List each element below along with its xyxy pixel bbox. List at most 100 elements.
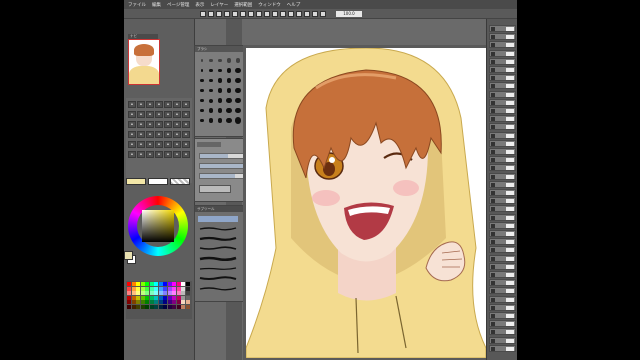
layer-row[interactable]	[489, 33, 516, 41]
brush-stroke-7[interactable]	[199, 286, 237, 291]
palette-swatch[interactable]	[131, 300, 136, 304]
palette-swatch[interactable]	[149, 295, 154, 300]
brush-tip[interactable]	[207, 86, 215, 95]
palette-swatch[interactable]	[181, 300, 185, 304]
palette-swatch[interactable]	[140, 295, 145, 300]
layer-visibility-icon[interactable]	[491, 330, 495, 335]
palette-swatch[interactable]	[181, 286, 185, 291]
tool-burn-icon[interactable]: •	[164, 151, 172, 158]
palette-swatch[interactable]	[154, 304, 158, 309]
saturation-value-square[interactable]	[142, 210, 174, 242]
brush-tip[interactable]	[234, 86, 242, 95]
palette-swatch[interactable]	[158, 304, 163, 309]
tool-stamp-icon[interactable]: •	[128, 151, 136, 158]
tool-effect-icon[interactable]: •	[137, 141, 145, 148]
menu-view[interactable]: 表示	[195, 2, 204, 8]
save-button[interactable]	[216, 10, 222, 17]
brush-tip[interactable]	[207, 76, 215, 85]
layer-visibility-icon[interactable]	[491, 256, 495, 261]
palette-swatch[interactable]	[163, 291, 167, 295]
layer-visibility-icon[interactable]	[491, 133, 495, 138]
brush-tip[interactable]	[234, 116, 242, 125]
layer-row[interactable]	[489, 205, 516, 213]
layer-row[interactable]	[489, 336, 516, 344]
layer-visibility-icon[interactable]	[491, 84, 495, 89]
tool-eyedrop-icon[interactable]: •	[155, 121, 163, 128]
fill-button[interactable]	[248, 10, 254, 17]
brush-tip[interactable]	[198, 86, 206, 95]
brush-tip[interactable]	[225, 56, 233, 65]
brush-tip[interactable]	[216, 76, 224, 85]
layer-visibility-icon[interactable]	[491, 248, 495, 253]
brush-tip[interactable]	[234, 56, 242, 65]
palette-swatch[interactable]	[158, 282, 163, 286]
layer-visibility-icon[interactable]	[491, 92, 495, 97]
layer-visibility-icon[interactable]	[491, 191, 495, 195]
brush-tip[interactable]	[225, 66, 233, 75]
layer-row[interactable]	[489, 344, 516, 352]
layer-row[interactable]	[489, 115, 516, 123]
new-file-button[interactable]	[200, 10, 206, 17]
palette-swatch[interactable]	[127, 282, 131, 286]
brush-tip[interactable]	[216, 86, 224, 95]
flip-button[interactable]	[312, 10, 318, 17]
tool-pattern-icon[interactable]: •	[173, 131, 181, 138]
grid-button[interactable]	[296, 10, 302, 17]
palette-swatch[interactable]	[167, 295, 172, 300]
brush-tip[interactable]	[198, 106, 206, 115]
tool-pen-icon[interactable]: •	[182, 101, 190, 108]
layer-row[interactable]	[489, 213, 516, 221]
layer-visibility-icon[interactable]	[491, 150, 495, 154]
palette-swatch[interactable]	[127, 291, 131, 295]
layer-row[interactable]	[489, 271, 516, 278]
palette-swatch[interactable]	[145, 282, 149, 286]
layer-visibility-icon[interactable]	[491, 223, 495, 228]
brush-tip[interactable]	[216, 96, 224, 105]
tool-zoom-icon[interactable]: •	[128, 101, 136, 108]
palette-swatch[interactable]	[163, 282, 167, 286]
layer-row[interactable]	[489, 131, 516, 139]
menu-page[interactable]: ページ管理	[167, 2, 189, 8]
palette-swatch[interactable]	[158, 291, 163, 295]
layer-visibility-icon[interactable]	[491, 174, 495, 179]
brush-tip[interactable]	[216, 106, 224, 115]
clear-button[interactable]	[240, 10, 246, 17]
palette-swatch[interactable]	[127, 304, 131, 309]
brush-tip[interactable]	[234, 106, 242, 115]
menu-help[interactable]: ヘルプ	[287, 2, 301, 8]
palette-swatch[interactable]	[131, 295, 136, 300]
tool-object-icon[interactable]: •	[164, 131, 172, 138]
layer-row[interactable]	[489, 230, 516, 237]
palette-swatch[interactable]	[181, 291, 185, 295]
brush-tip[interactable]	[198, 66, 206, 75]
tool-gradient-icon[interactable]: •	[182, 111, 190, 118]
main-sub-color[interactable]	[124, 251, 136, 264]
layer-visibility-icon[interactable]	[491, 273, 495, 277]
palette-swatch[interactable]	[149, 282, 154, 286]
brush-tip[interactable]	[225, 106, 233, 115]
tool-wand-icon[interactable]: •	[173, 101, 181, 108]
palette-swatch[interactable]	[149, 304, 154, 309]
tool-select-icon[interactable]: •	[155, 101, 163, 108]
layer-visibility-icon[interactable]	[491, 76, 495, 81]
brush-stroke-2[interactable]	[199, 236, 237, 241]
layer-row[interactable]	[489, 238, 516, 246]
tool-lasso-icon[interactable]: •	[164, 101, 172, 108]
layer-visibility-icon[interactable]	[491, 289, 495, 294]
palette-swatch[interactable]	[167, 282, 172, 286]
palette-swatch[interactable]	[145, 286, 149, 291]
layer-visibility-icon[interactable]	[491, 297, 495, 302]
brush-tip[interactable]	[207, 116, 215, 125]
snap-button[interactable]	[280, 10, 286, 17]
tool-figure-icon[interactable]: •	[137, 121, 145, 128]
palette-swatch[interactable]	[136, 286, 140, 291]
palette-swatch[interactable]	[136, 282, 140, 286]
brush-tip[interactable]	[198, 116, 206, 125]
palette-swatch[interactable]	[167, 291, 172, 295]
brush-tip[interactable]	[207, 66, 215, 75]
brush-tip[interactable]	[198, 56, 206, 65]
layer-row[interactable]	[489, 246, 516, 254]
palette-swatch[interactable]	[158, 300, 163, 304]
brush-stroke-4[interactable]	[199, 256, 237, 261]
palette-swatch[interactable]	[176, 282, 181, 286]
